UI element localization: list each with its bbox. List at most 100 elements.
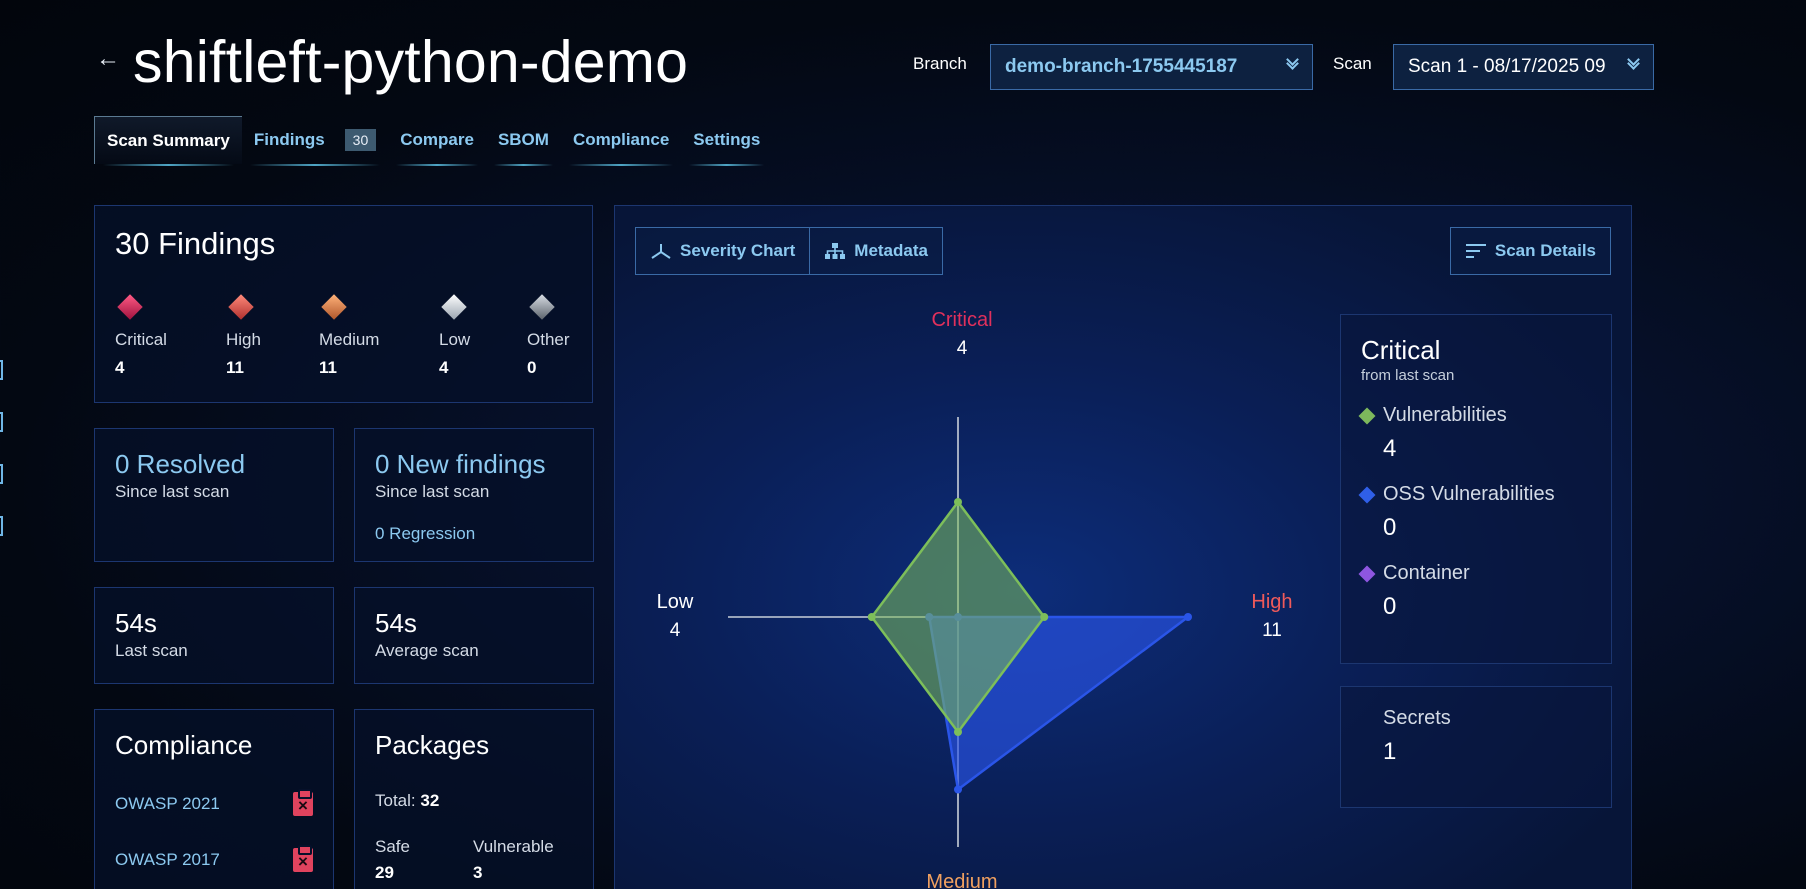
- radar-point: [1040, 613, 1049, 621]
- rail-icon[interactable]: [0, 464, 3, 484]
- chevron-down-icon: [1286, 53, 1300, 77]
- axis-value-high: 11: [1262, 620, 1282, 641]
- legend-item-name: Vulnerabilities: [1383, 404, 1507, 426]
- legend-item-value: 0: [1383, 593, 1397, 620]
- clipboard-x-icon: [293, 845, 313, 872]
- last-scan-card: 54s Last scan: [94, 587, 334, 684]
- resolved-card: 0 Resolved Since last scan: [94, 428, 334, 562]
- legend-item-name: OSS Vulnerabilities: [1383, 483, 1555, 505]
- rail-icon[interactable]: [0, 360, 3, 380]
- new-findings-card: 0 New findings Since last scan 0 Regress…: [354, 428, 594, 562]
- packages-vulnerable: Vulnerable 3: [473, 837, 571, 883]
- packages-vulnerable-value: 3: [473, 863, 483, 882]
- packages-safe: Safe 29: [375, 837, 473, 883]
- axis-label-medium: Medium: [926, 871, 998, 889]
- high-gem-icon: [228, 294, 254, 320]
- medium-gem-icon: [321, 294, 347, 320]
- severity-chart-panel: Severity Chart Metadata Scan Details Cri…: [614, 205, 1632, 889]
- axis-value-low: 4: [669, 620, 681, 641]
- legend-item-oss-vulnerabilities[interactable]: OSS Vulnerabilities 0: [1358, 483, 1591, 542]
- average-scan-label: Average scan: [375, 641, 479, 660]
- severity-value: 4: [115, 358, 125, 377]
- severity-value: 4: [439, 358, 449, 377]
- resolved-sub: Since last scan: [115, 482, 230, 501]
- compliance-item[interactable]: OWASP 2021: [115, 776, 313, 832]
- page-title: shiftleft-python-demo: [133, 29, 689, 95]
- tab-settings[interactable]: Settings: [681, 116, 772, 166]
- legend-item-value: 4: [1383, 435, 1397, 462]
- severity-label: Critical: [115, 330, 167, 349]
- legend-item-value: 0: [1383, 514, 1397, 541]
- breakdown-subtitle: from last scan: [1361, 367, 1455, 384]
- tab-label: Settings: [693, 130, 761, 149]
- tab-label: Compare: [400, 130, 474, 149]
- last-scan-value: 54s: [115, 608, 157, 638]
- new-findings-title[interactable]: 0 New findings: [375, 449, 573, 480]
- legend-item-vulnerabilities[interactable]: Vulnerabilities 4: [1358, 404, 1591, 463]
- rail-icon[interactable]: [0, 516, 3, 536]
- branch-select-value: demo-branch-1755445187: [1005, 56, 1238, 77]
- severity-label: Other: [527, 330, 570, 349]
- radar-point: [954, 498, 962, 506]
- chevron-down-icon: [1627, 53, 1641, 77]
- rail-icon[interactable]: [0, 412, 3, 432]
- packages-total: Total: 32: [375, 791, 573, 811]
- tab-bar: Scan Summary Findings 30 Compare SBOM Com…: [94, 114, 772, 166]
- tab-label: Findings: [253, 130, 325, 149]
- tab-label: SBOM: [497, 130, 549, 149]
- severity-medium: Medium 11: [319, 294, 380, 378]
- average-scan-value: 54s: [375, 608, 417, 638]
- radar-point: [867, 613, 876, 621]
- left-rail: [0, 360, 6, 568]
- scan-select-value: Scan 1 - 08/17/2025 09: [1408, 56, 1606, 77]
- compliance-item-label[interactable]: OWASP 2021: [115, 794, 220, 814]
- regression-link[interactable]: 0 Regression: [375, 524, 573, 544]
- secrets-card: Secrets 1: [1340, 686, 1612, 808]
- severity-high: High 11: [226, 294, 261, 378]
- resolved-title[interactable]: 0 Resolved: [115, 449, 313, 480]
- packages-total-label: Total:: [375, 791, 416, 810]
- severity-label: Low: [439, 330, 471, 349]
- radar-point: [1184, 613, 1192, 621]
- green-gem-icon: [1358, 407, 1376, 425]
- findings-count-badge: 30: [344, 129, 377, 151]
- compliance-title: Compliance: [115, 730, 253, 760]
- packages-safe-value: 29: [375, 863, 394, 882]
- compliance-item[interactable]: OWASP 2017: [115, 832, 313, 888]
- branch-label: Branch: [913, 54, 967, 73]
- compliance-card: Compliance OWASP 2021 OWASP 2017: [94, 709, 334, 889]
- critical-breakdown-card: Critical from last scan Vulnerabilities …: [1340, 314, 1612, 664]
- average-scan-card: 54s Average scan: [354, 587, 594, 684]
- tab-findings[interactable]: Findings 30: [242, 116, 388, 166]
- tab-label: Compliance: [572, 130, 670, 149]
- tab-compliance[interactable]: Compliance: [561, 116, 681, 166]
- legend-item-container[interactable]: Container 0: [1358, 562, 1591, 621]
- radar-point: [954, 728, 962, 736]
- purple-gem-icon: [1358, 565, 1376, 583]
- low-gem-icon: [441, 294, 467, 320]
- tab-scan-summary[interactable]: Scan Summary: [94, 116, 242, 166]
- axis-label-high: High: [1251, 591, 1293, 613]
- tab-sbom[interactable]: SBOM: [486, 116, 561, 166]
- findings-card: 30 Findings Critical 4 High 11 Medium 11…: [94, 205, 593, 403]
- back-arrow-icon[interactable]: ←: [96, 46, 122, 72]
- axis-value-critical: 4: [956, 338, 968, 359]
- tab-compare[interactable]: Compare: [388, 116, 486, 166]
- severity-value: 11: [226, 358, 244, 377]
- last-scan-label: Last scan: [115, 641, 188, 660]
- radar-point: [954, 785, 962, 794]
- severity-value: 0: [527, 358, 537, 377]
- scan-select[interactable]: Scan 1 - 08/17/2025 09: [1393, 44, 1654, 90]
- secrets-label: Secrets: [1383, 707, 1451, 729]
- severity-label: Medium: [319, 330, 380, 349]
- packages-title: Packages: [375, 730, 490, 760]
- legend-item-name: Container: [1383, 562, 1470, 584]
- packages-safe-label: Safe: [375, 837, 410, 856]
- severity-other: Other 0: [527, 294, 570, 378]
- packages-card: Packages Total: 32 Safe 29 Vulnerable 3: [354, 709, 594, 889]
- severity-label: High: [226, 330, 261, 349]
- compliance-item-label[interactable]: OWASP 2017: [115, 850, 220, 870]
- severity-critical: Critical 4: [115, 294, 167, 378]
- branch-select[interactable]: demo-branch-1755445187: [990, 44, 1313, 90]
- clipboard-x-icon: [293, 789, 313, 816]
